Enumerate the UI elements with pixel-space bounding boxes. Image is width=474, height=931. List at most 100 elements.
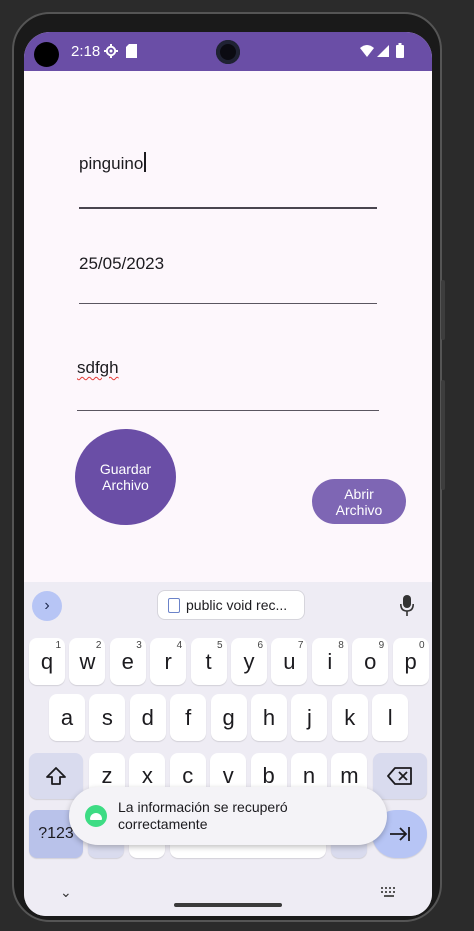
key-label: d bbox=[141, 704, 154, 730]
key-label: v bbox=[222, 763, 234, 788]
key-label: f bbox=[185, 704, 192, 730]
clipboard-suggestion-text: public void rec... bbox=[186, 597, 288, 613]
key-label: i bbox=[327, 648, 333, 674]
key-i[interactable]: i8 bbox=[311, 638, 348, 685]
wifi-icon bbox=[360, 45, 374, 57]
key-label: n bbox=[302, 763, 316, 788]
text-cursor bbox=[144, 152, 147, 172]
open-label-line-2: Archivo bbox=[335, 501, 383, 518]
key-hint: 9 bbox=[378, 640, 385, 651]
shift-key[interactable] bbox=[29, 753, 83, 799]
content-field-underline bbox=[77, 410, 379, 411]
key-o[interactable]: o9 bbox=[352, 638, 389, 685]
key-label: l bbox=[387, 704, 393, 730]
gesture-nav-bar[interactable] bbox=[174, 903, 282, 907]
open-label-line-1: Abrir bbox=[344, 485, 374, 502]
keyboard-expand-button[interactable]: › bbox=[32, 591, 62, 621]
key-l[interactable]: l bbox=[372, 694, 409, 741]
key-label: a bbox=[60, 704, 74, 730]
key-h[interactable]: h bbox=[251, 694, 287, 741]
content-field[interactable]: sdfgh bbox=[77, 358, 379, 411]
key-label: e bbox=[121, 648, 134, 674]
key-hint: 3 bbox=[136, 640, 142, 651]
key-label: s bbox=[101, 704, 113, 730]
key-d[interactable]: d bbox=[129, 694, 166, 741]
key-label: q bbox=[40, 648, 54, 674]
key-label: p bbox=[404, 648, 417, 674]
key-hint: 1 bbox=[55, 640, 61, 651]
key-label: u bbox=[283, 648, 296, 674]
soft-keyboard bbox=[24, 582, 432, 916]
save-file-button[interactable]: Guardar Archivo bbox=[75, 429, 176, 525]
app-screen: 2:18 pinguino 25/05/2023 sdfgh Guardar A… bbox=[24, 32, 432, 916]
battery-icon bbox=[396, 43, 404, 58]
key-label: h bbox=[262, 704, 276, 730]
settings-icon bbox=[104, 44, 118, 58]
key-label: r bbox=[164, 648, 172, 674]
key-k[interactable]: k bbox=[331, 694, 368, 741]
key-hint: 8 bbox=[338, 640, 344, 651]
toast-text: La información se recuperó correctamente bbox=[118, 799, 288, 833]
toast-line-1: La información se recuperó bbox=[118, 799, 288, 815]
key-p[interactable]: p0 bbox=[392, 638, 429, 685]
key-label: b bbox=[262, 763, 275, 788]
save-file-button-label: Guardar Archivo bbox=[100, 461, 151, 493]
clipboard-icon bbox=[168, 597, 180, 613]
save-label-line-2: Archivo bbox=[102, 477, 149, 493]
key-label: x bbox=[141, 763, 153, 788]
key-t[interactable]: t5 bbox=[190, 638, 227, 685]
keyboard-switch-icon[interactable] bbox=[381, 887, 397, 897]
key-j[interactable]: j bbox=[291, 694, 328, 741]
clipboard-suggestion[interactable]: public void rec... bbox=[157, 590, 305, 620]
front-camera-cutout bbox=[34, 42, 59, 67]
key-s[interactable]: s bbox=[89, 694, 126, 741]
key-label: o bbox=[364, 648, 377, 674]
open-file-button[interactable]: Abrir Archivo bbox=[312, 479, 406, 524]
key-g[interactable]: g bbox=[210, 694, 247, 741]
date-field-value: 25/05/2023 bbox=[79, 254, 165, 273]
power-button bbox=[441, 380, 445, 490]
key-label: j bbox=[306, 704, 312, 730]
mic-icon[interactable] bbox=[400, 595, 414, 617]
date-field[interactable]: 25/05/2023 bbox=[79, 254, 377, 304]
key-label: z bbox=[101, 763, 113, 788]
key-w[interactable]: w2 bbox=[69, 638, 106, 685]
toast-message: La información se recuperó correctamente bbox=[69, 787, 387, 845]
open-file-button-label: Abrir Archivo bbox=[336, 486, 383, 518]
volume-button bbox=[441, 280, 445, 340]
key-label: k bbox=[344, 704, 356, 730]
key-label: m bbox=[340, 763, 359, 788]
sd-card-icon bbox=[126, 44, 137, 58]
backspace-key[interactable] bbox=[373, 753, 427, 799]
key-f[interactable]: f bbox=[170, 694, 207, 741]
key-hint: 6 bbox=[257, 640, 263, 651]
key-r[interactable]: r4 bbox=[150, 638, 187, 685]
signal-icon bbox=[377, 45, 389, 57]
key-e[interactable]: e3 bbox=[109, 638, 146, 685]
backspace-icon bbox=[387, 767, 412, 785]
hide-keyboard-icon[interactable]: ⌄ bbox=[60, 884, 72, 901]
key-hint: 5 bbox=[217, 640, 223, 651]
content-field-value: sdfgh bbox=[77, 358, 119, 377]
key-hint: 0 bbox=[419, 640, 425, 651]
android-app-icon bbox=[85, 805, 107, 827]
status-bar: 2:18 bbox=[24, 32, 432, 71]
key-hint: 2 bbox=[95, 640, 102, 651]
save-label-line-1: Guardar bbox=[99, 461, 152, 477]
status-time: 2:18 bbox=[71, 43, 101, 60]
key-label: y bbox=[243, 648, 255, 674]
center-camera bbox=[216, 40, 240, 64]
key-y[interactable]: y6 bbox=[231, 638, 267, 685]
toast-line-2: correctamente bbox=[118, 816, 208, 832]
key-label: t bbox=[205, 648, 212, 674]
name-field-underline bbox=[79, 207, 377, 209]
key-label: w bbox=[79, 648, 96, 674]
name-field[interactable]: pinguino bbox=[79, 152, 377, 209]
date-field-underline bbox=[79, 303, 377, 304]
key-label: g bbox=[222, 704, 235, 730]
key-q[interactable]: q1 bbox=[29, 638, 65, 685]
key-u[interactable]: u7 bbox=[271, 638, 308, 685]
shift-icon bbox=[46, 767, 66, 785]
key-a[interactable]: a bbox=[49, 694, 85, 741]
tab-arrow-icon bbox=[389, 827, 410, 841]
